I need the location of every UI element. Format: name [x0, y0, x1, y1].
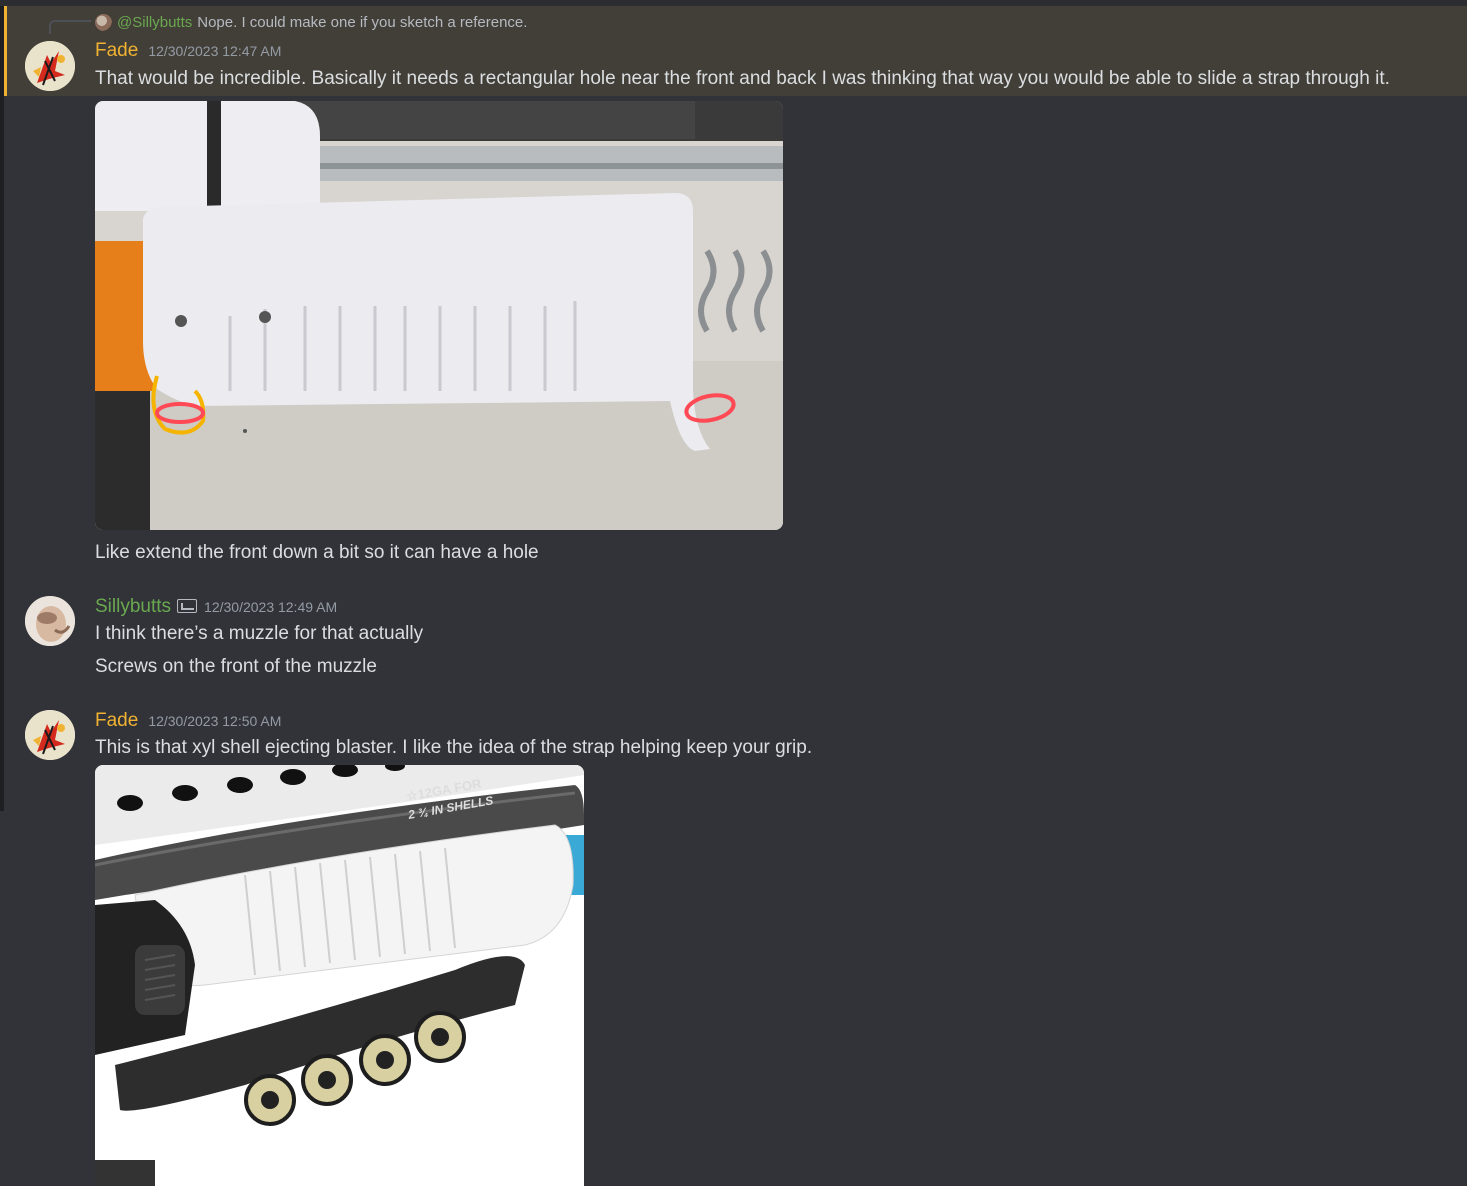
blaster-photo	[95, 101, 783, 530]
reply-connector	[49, 20, 91, 34]
avatar-photo-icon	[25, 596, 75, 646]
timestamp[interactable]: 12/30/2023 12:50 AM	[148, 713, 281, 729]
username[interactable]: Sillybutts	[95, 596, 171, 618]
message-text: Screws on the front of the muzzle	[95, 656, 377, 677]
reply-username[interactable]: @Sillybutts	[117, 14, 192, 31]
avatar[interactable]	[25, 41, 75, 91]
left-edge	[0, 6, 4, 811]
reply-preview[interactable]: @Sillybutts Nope. I could make one if yo…	[95, 12, 527, 32]
shotgun-photo: ☆12GA FOR 2 ¾ IN SHELLS	[95, 765, 584, 1186]
message-text: That would be incredible. Basically it n…	[95, 68, 1390, 89]
server-tag-icon	[177, 599, 198, 613]
avatar[interactable]	[25, 710, 75, 760]
username[interactable]: Fade	[95, 710, 138, 732]
message-header: Sillybutts 12/30/2023 12:49 AM	[95, 596, 337, 618]
message-text: I think there’s a muzzle for that actual…	[95, 623, 424, 644]
timestamp[interactable]: 12/30/2023 12:49 AM	[204, 599, 337, 615]
avatar-art-icon	[25, 710, 75, 760]
message-text: Like extend the front down a bit so it c…	[95, 542, 539, 563]
message-text: This is that xyl shell ejecting blaster.…	[95, 737, 813, 758]
reply-avatar[interactable]	[95, 13, 112, 31]
avatar[interactable]	[25, 596, 75, 646]
username[interactable]: Fade	[95, 40, 138, 62]
timestamp[interactable]: 12/30/2023 12:47 AM	[148, 43, 281, 59]
reply-text[interactable]: Nope. I could make one if you sketch a r…	[197, 14, 527, 31]
image-attachment[interactable]: ☆12GA FOR 2 ¾ IN SHELLS	[95, 765, 584, 1186]
message-header: Fade 12/30/2023 12:50 AM	[95, 710, 281, 732]
image-attachment[interactable]	[95, 101, 783, 530]
mention-highlight-bar	[4, 6, 7, 96]
avatar-art-icon	[25, 41, 75, 91]
message-header: Fade 12/30/2023 12:47 AM	[95, 40, 281, 62]
